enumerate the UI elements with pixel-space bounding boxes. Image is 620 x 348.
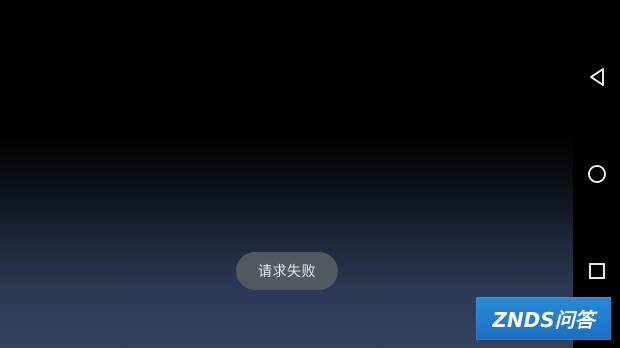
toast-message: 请求失败 <box>258 264 316 280</box>
back-button[interactable] <box>573 57 620 97</box>
system-navigation-bar <box>573 0 620 348</box>
home-circle-icon <box>587 165 606 183</box>
watermark-text: ZNDS问答 <box>492 308 595 332</box>
recent-apps-square-icon <box>588 263 605 279</box>
device-screen: 请求失败 ZNDS问答 <box>0 0 620 348</box>
recent-apps-button[interactable] <box>573 251 620 291</box>
app-content-area: 请求失败 <box>0 0 573 348</box>
home-button[interactable] <box>573 154 620 194</box>
znds-watermark-logo: ZNDS问答 <box>476 297 611 340</box>
toast-notification: 请求失败 <box>236 252 338 290</box>
back-triangle-icon <box>589 68 604 86</box>
